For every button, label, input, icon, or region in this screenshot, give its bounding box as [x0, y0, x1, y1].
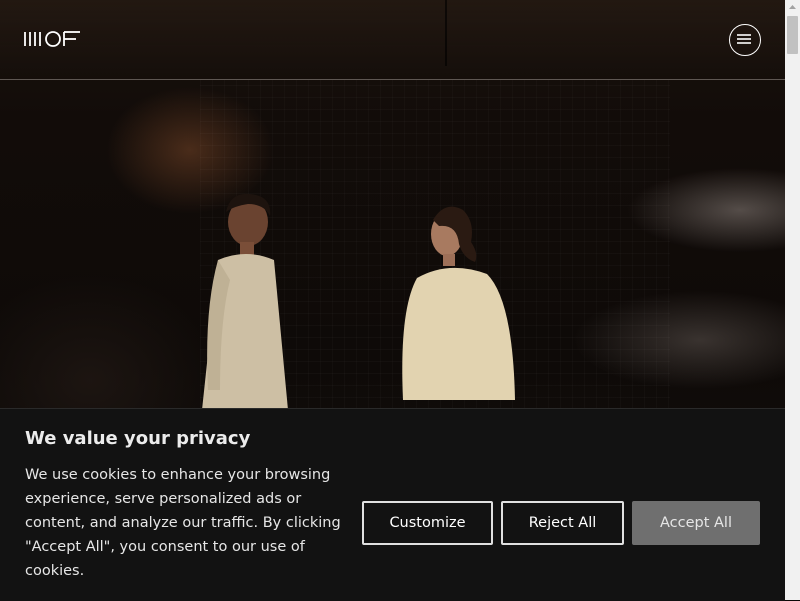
menu-button[interactable]	[729, 24, 761, 56]
hero-person-right	[402, 206, 515, 400]
mof-logo[interactable]	[24, 31, 82, 47]
cookie-consent-banner: We value your privacy We use cookies to …	[0, 408, 785, 601]
site-header	[0, 0, 785, 80]
accept-all-button[interactable]: Accept All	[632, 501, 760, 545]
scroll-up-arrow-icon[interactable]	[785, 0, 800, 14]
header-divider	[445, 0, 447, 66]
hamburger-icon	[737, 34, 751, 44]
reject-all-button[interactable]: Reject All	[501, 501, 624, 545]
scrollbar-thumb[interactable]	[787, 16, 798, 54]
hero-person-left	[202, 193, 288, 410]
customize-button[interactable]: Customize	[362, 501, 493, 545]
cookie-banner-title: We value your privacy	[25, 428, 251, 449]
cookie-banner-text: We use cookies to enhance your browsing …	[25, 467, 341, 579]
page-scrollbar[interactable]	[785, 0, 800, 600]
